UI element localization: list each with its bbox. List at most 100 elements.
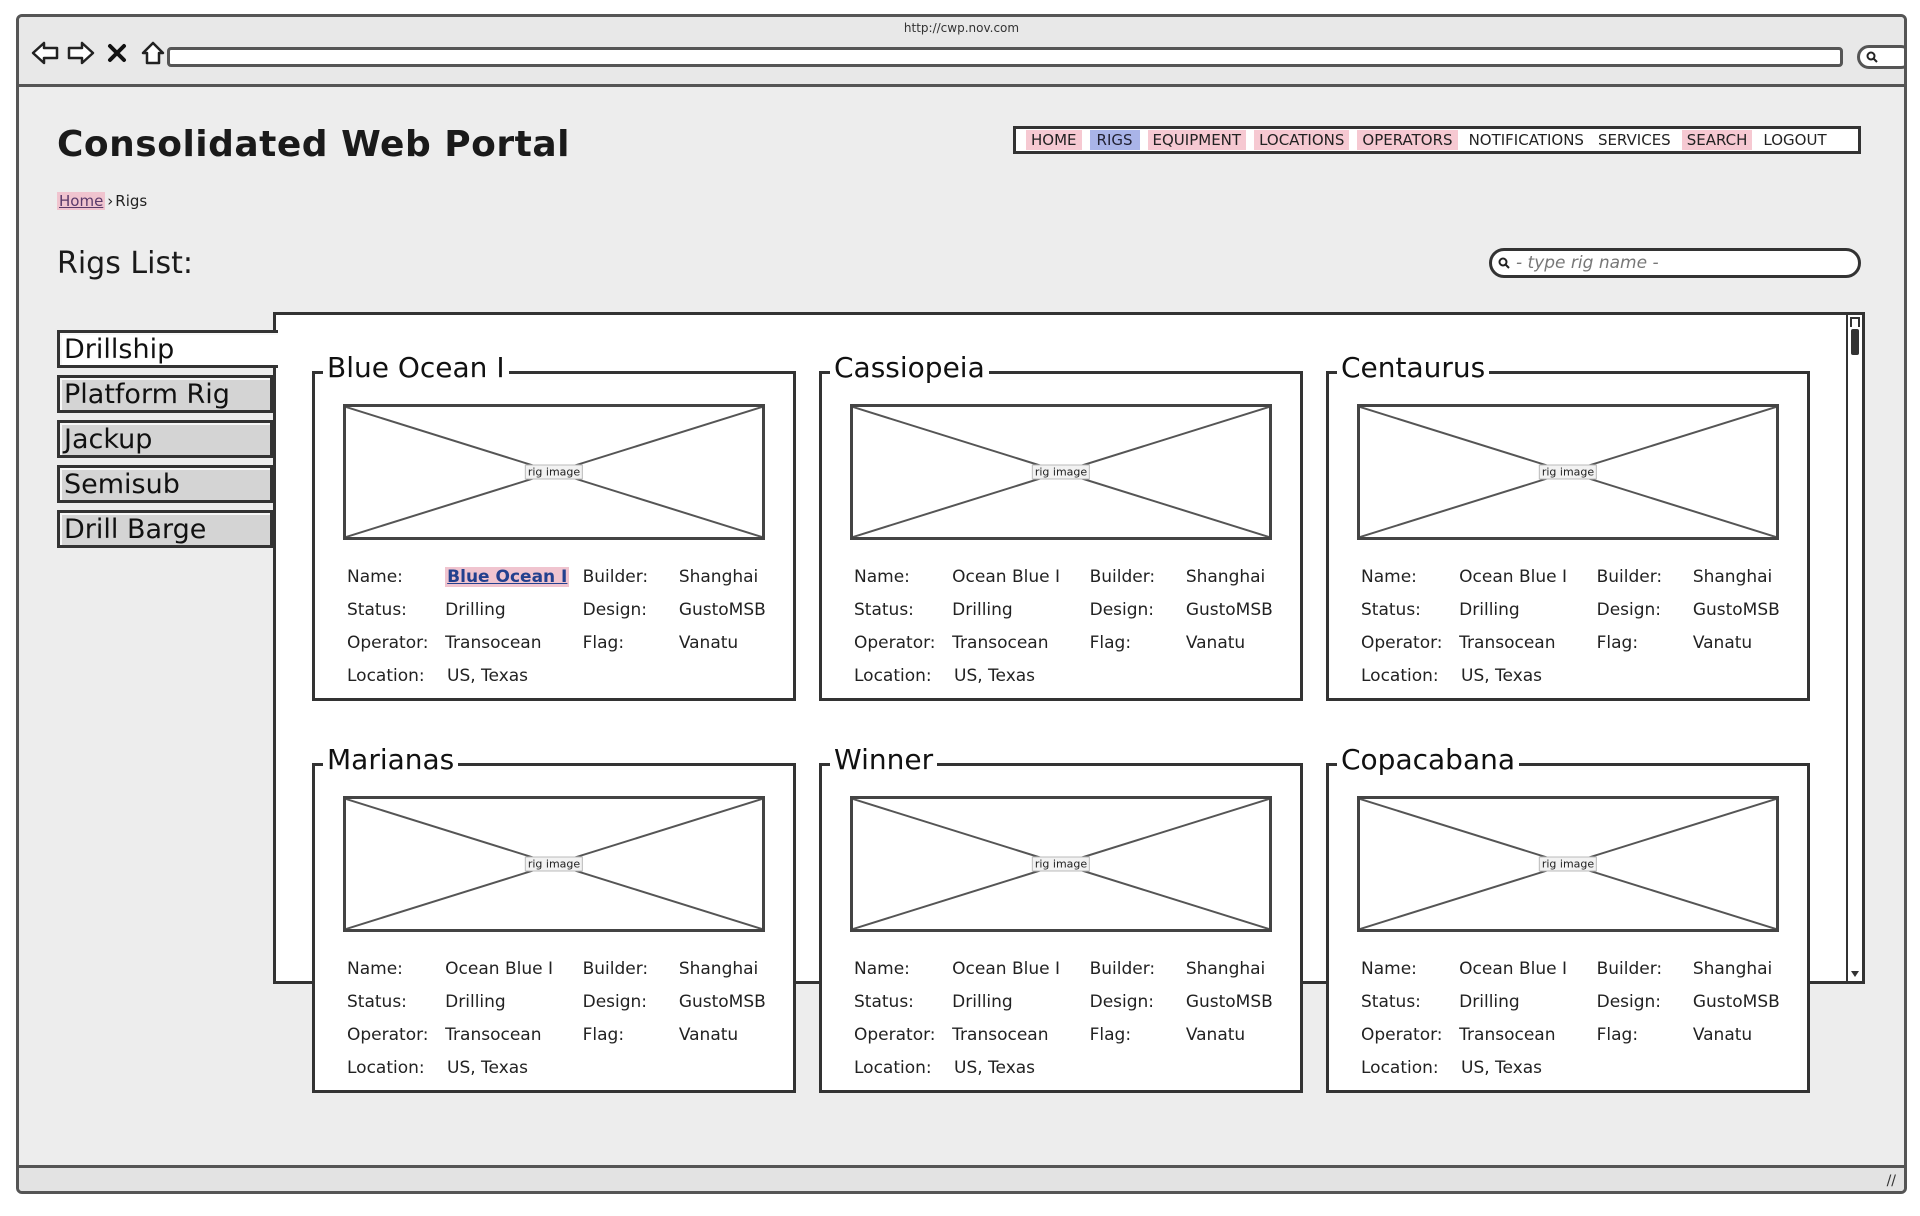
location-value: US, Texas — [1461, 665, 1543, 686]
browser-window: http://cwp.nov.com Consolidated Web Port… — [16, 14, 1907, 1194]
rig-details-row: Status: Drilling Design: GustoMSB — [347, 985, 777, 1018]
tab-jackup[interactable]: Jackup — [57, 420, 273, 458]
tab-drillship[interactable]: Drillship — [57, 330, 278, 368]
location-value: US, Texas — [1461, 1057, 1543, 1078]
flag-value: Vanatu — [1185, 632, 1246, 653]
nav-logout[interactable]: LOGOUT — [1756, 130, 1833, 150]
rig-name-link[interactable]: Blue Ocean I — [445, 566, 570, 587]
rig-card-title: Blue Ocean I — [323, 352, 509, 384]
nav-search[interactable]: SEARCH — [1681, 130, 1753, 150]
design-value: GustoMSB — [1692, 991, 1780, 1012]
back-arrow-icon — [31, 41, 59, 65]
name-value: Ocean Blue I — [952, 567, 1089, 587]
nav-rigs[interactable]: RIGS — [1089, 130, 1140, 150]
rig-card-cassiopeia: Cassiopeia rig image Name: Ocean Blue I … — [819, 352, 1303, 701]
rig-details-row: Status: Drilling Design: GustoMSB — [347, 593, 777, 626]
status-value: Drilling — [445, 599, 506, 620]
rig-details-row: Status: Drilling Design: GustoMSB — [1361, 593, 1791, 626]
scroll-up-icon[interactable] — [1850, 317, 1860, 327]
flag-value: Vanatu — [1692, 632, 1753, 653]
builder-value: Shanghai — [1185, 958, 1266, 979]
name-label: Name: — [854, 958, 910, 979]
rig-card-title: Marianas — [323, 744, 459, 776]
rig-details-row: Location: US, Texas — [347, 1051, 777, 1084]
rig-image-placeholder: rig image — [1357, 404, 1779, 540]
nav-services[interactable]: SERVICES — [1591, 130, 1678, 150]
status-value: Drilling — [445, 991, 506, 1012]
design-value: GustoMSB — [678, 991, 766, 1012]
rigs-panel: Blue Ocean I rig image Name: Blue Ocean … — [273, 312, 1865, 1093]
page-content: Consolidated Web Portal Home › Rigs HOME… — [19, 90, 1904, 1165]
builder-label: Builder: — [582, 566, 649, 587]
rig-details-row: Name: Ocean Blue I Builder: Shanghai — [347, 952, 777, 985]
location-value: US, Texas — [447, 1057, 529, 1078]
scroll-down-icon[interactable] — [1850, 969, 1860, 979]
rig-details-row: Name: Ocean Blue I Builder: Shanghai — [854, 952, 1284, 985]
rig-details-row: Operator: Transocean Flag: Vanatu — [854, 1018, 1284, 1051]
rig-search-input[interactable] — [1516, 253, 1836, 273]
flag-label: Flag: — [1089, 632, 1132, 653]
design-value: GustoMSB — [1692, 599, 1780, 620]
back-button[interactable] — [29, 37, 61, 69]
flag-label: Flag: — [1089, 1024, 1132, 1045]
breadcrumb-separator: › — [107, 192, 114, 210]
design-label: Design: — [582, 599, 648, 620]
name-label: Name: — [1361, 566, 1417, 587]
rig-details-row: Status: Drilling Design: GustoMSB — [854, 593, 1284, 626]
builder-label: Builder: — [1089, 566, 1156, 587]
flag-label: Flag: — [1596, 632, 1639, 653]
location-label: Location: — [1361, 665, 1439, 686]
rig-name-text: Ocean Blue I — [952, 958, 1060, 979]
flag-label: Flag: — [1596, 1024, 1639, 1045]
stop-button[interactable] — [101, 37, 133, 69]
flag-value: Vanatu — [678, 632, 739, 653]
flag-label: Flag: — [582, 632, 625, 653]
panel-scrollbar[interactable] — [1846, 315, 1862, 981]
rig-card-title: Cassiopeia — [830, 352, 989, 384]
rig-search-box — [1489, 248, 1861, 278]
forward-arrow-icon — [67, 41, 95, 65]
browser-status-bar: // — [19, 1165, 1904, 1191]
rig-card-title: Centaurus — [1337, 352, 1490, 384]
rig-details-row: Location: US, Texas — [347, 659, 777, 692]
nav-locations[interactable]: LOCATIONS — [1254, 130, 1350, 150]
operator-label: Operator: — [347, 1024, 429, 1045]
operator-label: Operator: — [1361, 632, 1443, 653]
rig-image-placeholder: rig image — [1357, 796, 1779, 932]
rig-card-marianas: Marianas rig image Name: Ocean Blue I Bu… — [312, 744, 796, 1093]
location-value: US, Texas — [954, 665, 1036, 686]
tab-platform-rig[interactable]: Platform Rig — [57, 375, 273, 413]
nav-notifications[interactable]: NOTIFICATIONS — [1462, 130, 1591, 150]
tab-semisub[interactable]: Semisub — [57, 465, 273, 503]
rig-image-label: rig image — [1031, 464, 1091, 480]
home-button[interactable] — [137, 37, 169, 69]
name-value: Blue Ocean I — [445, 566, 582, 587]
design-value: GustoMSB — [678, 599, 766, 620]
nav-equipment[interactable]: EQUIPMENT — [1147, 130, 1247, 150]
rig-name-text: Ocean Blue I — [1459, 958, 1567, 979]
status-label: Status: — [854, 991, 914, 1012]
name-label: Name: — [347, 566, 403, 587]
design-label: Design: — [1089, 599, 1155, 620]
tab-drill-barge[interactable]: Drill Barge — [57, 510, 273, 548]
status-label: Status: — [347, 599, 407, 620]
status-label: Status: — [1361, 599, 1421, 620]
nav-operators[interactable]: OPERATORS — [1357, 130, 1458, 150]
location-label: Location: — [347, 665, 425, 686]
location-label: Location: — [854, 1057, 932, 1078]
forward-button[interactable] — [65, 37, 97, 69]
status-label: Status: — [854, 599, 914, 620]
location-value: US, Texas — [447, 665, 529, 686]
browser-search-button[interactable] — [1857, 45, 1904, 69]
address-bar[interactable] — [167, 47, 1843, 67]
breadcrumb-home-link[interactable]: Home — [57, 192, 106, 210]
resize-grip-icon[interactable]: // — [1887, 1173, 1896, 1189]
nav-home[interactable]: HOME — [1026, 130, 1082, 150]
operator-label: Operator: — [854, 632, 936, 653]
operator-value: Transocean — [445, 632, 542, 653]
search-icon — [1866, 51, 1878, 63]
scroll-thumb[interactable] — [1851, 329, 1859, 355]
status-label: Status: — [1361, 991, 1421, 1012]
rig-details-row: Location: US, Texas — [854, 659, 1284, 692]
rig-details: Name: Ocean Blue I Builder: Shanghai Sta… — [854, 560, 1284, 692]
